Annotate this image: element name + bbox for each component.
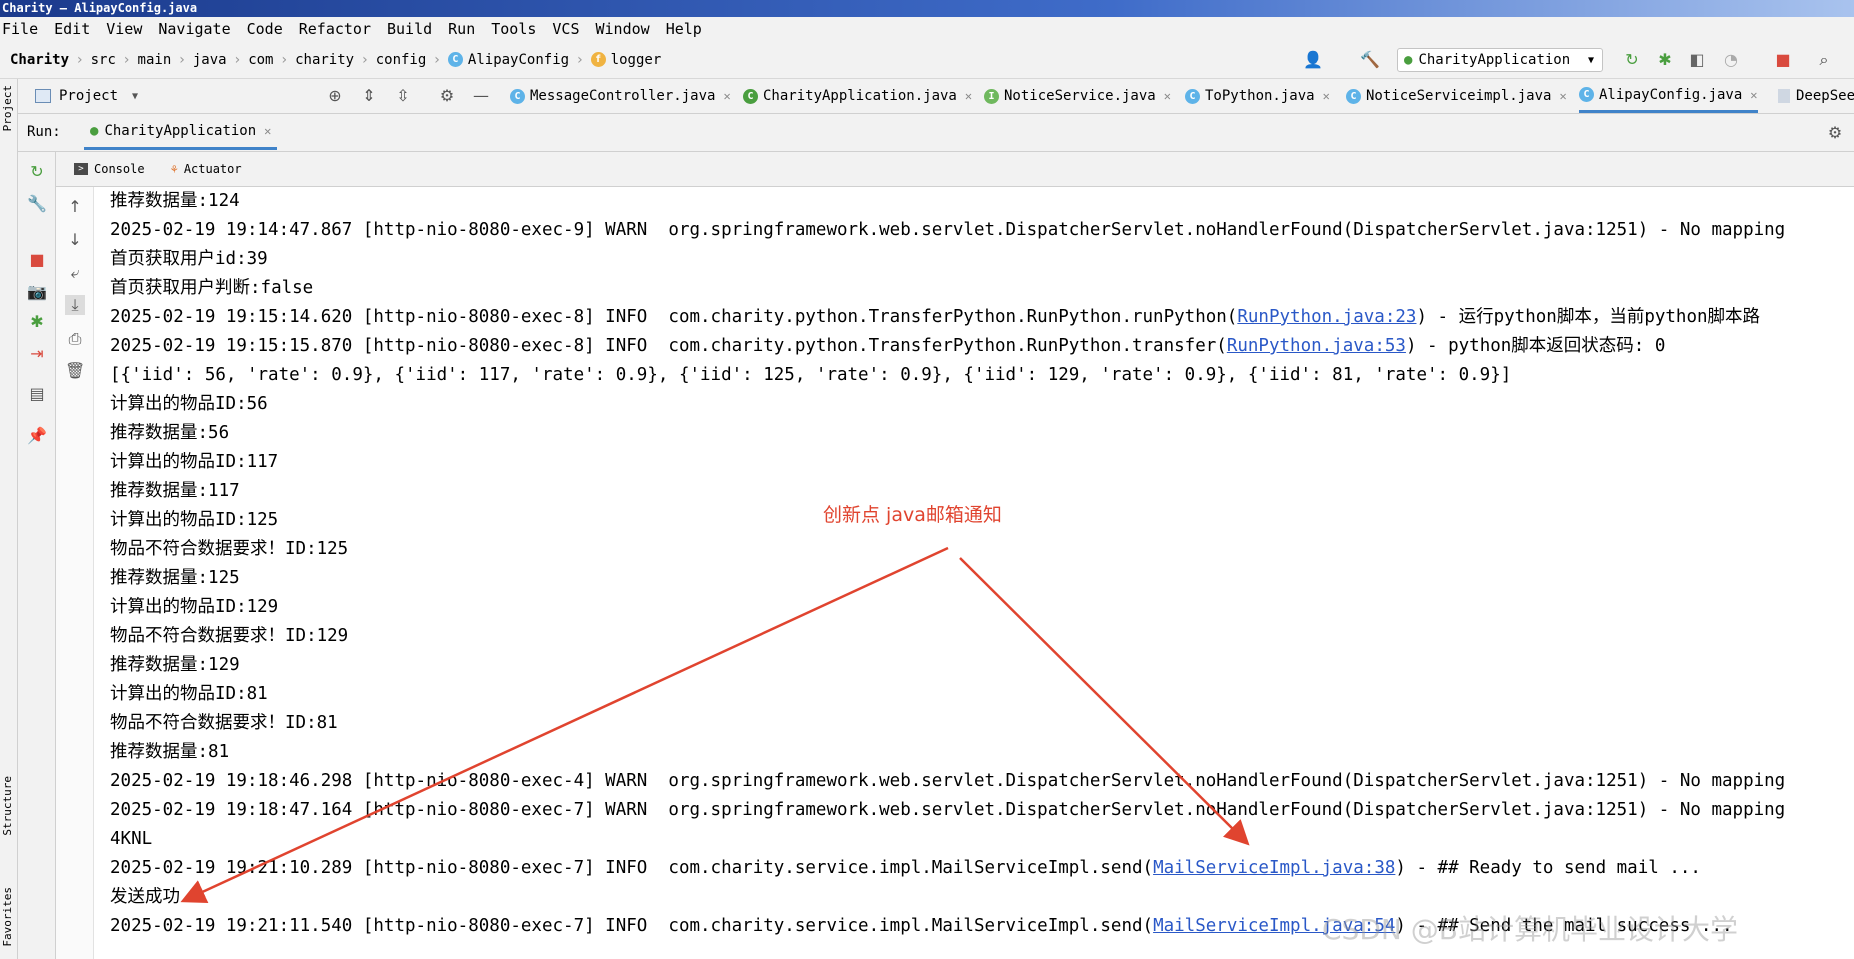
annotation-arrows xyxy=(180,546,1250,903)
arrow-to-send-success xyxy=(180,546,949,903)
watermark-text: CSDN @B站计算机毕业设计大学 xyxy=(1322,913,1738,946)
arrow-to-mail-log xyxy=(959,557,1250,846)
